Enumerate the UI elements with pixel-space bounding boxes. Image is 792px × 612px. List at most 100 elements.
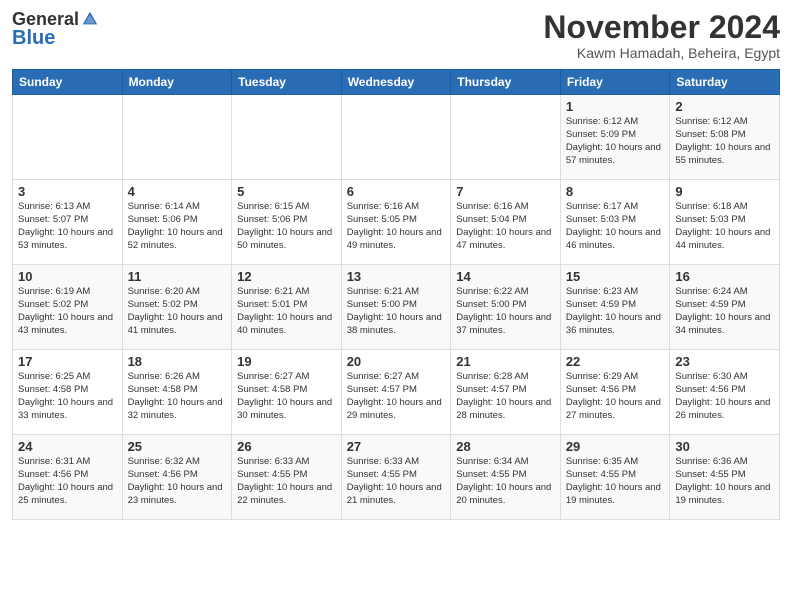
- calendar-day-cell: 8 Sunrise: 6:17 AM Sunset: 5:03 PM Daylig…: [560, 180, 670, 265]
- calendar-day-cell: 15 Sunrise: 6:23 AM Sunset: 4:59 PM Dayli…: [560, 265, 670, 350]
- weekday-header: Monday: [122, 70, 232, 95]
- day-info: Sunrise: 6:24 AM Sunset: 4:59 PM Dayligh…: [675, 286, 774, 337]
- weekday-header: Wednesday: [341, 70, 451, 95]
- day-info: Sunrise: 6:27 AM Sunset: 4:57 PM Dayligh…: [347, 371, 446, 422]
- day-info: Sunrise: 6:16 AM Sunset: 5:05 PM Dayligh…: [347, 201, 446, 252]
- calendar-day-cell: 7 Sunrise: 6:16 AM Sunset: 5:04 PM Daylig…: [451, 180, 561, 265]
- day-number: 11: [128, 269, 227, 284]
- day-info: Sunrise: 6:22 AM Sunset: 5:00 PM Dayligh…: [456, 286, 555, 337]
- day-info: Sunrise: 6:25 AM Sunset: 4:58 PM Dayligh…: [18, 371, 117, 422]
- day-info: Sunrise: 6:31 AM Sunset: 4:56 PM Dayligh…: [18, 456, 117, 507]
- calendar-day-cell: 12 Sunrise: 6:21 AM Sunset: 5:01 PM Dayli…: [232, 265, 342, 350]
- calendar-header-row: SundayMondayTuesdayWednesdayThursdayFrid…: [13, 70, 780, 95]
- day-info: Sunrise: 6:21 AM Sunset: 5:00 PM Dayligh…: [347, 286, 446, 337]
- logo-icon: [81, 10, 99, 28]
- day-number: 14: [456, 269, 555, 284]
- calendar-day-cell: 21 Sunrise: 6:28 AM Sunset: 4:57 PM Dayli…: [451, 350, 561, 435]
- day-number: 25: [128, 439, 227, 454]
- day-info: Sunrise: 6:16 AM Sunset: 5:04 PM Dayligh…: [456, 201, 555, 252]
- calendar-day-cell: 14 Sunrise: 6:22 AM Sunset: 5:00 PM Dayli…: [451, 265, 561, 350]
- day-info: Sunrise: 6:12 AM Sunset: 5:09 PM Dayligh…: [566, 116, 665, 167]
- day-info: Sunrise: 6:14 AM Sunset: 5:06 PM Dayligh…: [128, 201, 227, 252]
- day-info: Sunrise: 6:33 AM Sunset: 4:55 PM Dayligh…: [347, 456, 446, 507]
- day-number: 29: [566, 439, 665, 454]
- calendar-day-cell: 28 Sunrise: 6:34 AM Sunset: 4:55 PM Dayli…: [451, 435, 561, 520]
- day-number: 28: [456, 439, 555, 454]
- calendar-day-cell: 11 Sunrise: 6:20 AM Sunset: 5:02 PM Dayli…: [122, 265, 232, 350]
- day-number: 2: [675, 99, 774, 114]
- calendar-day-cell: 5 Sunrise: 6:15 AM Sunset: 5:06 PM Daylig…: [232, 180, 342, 265]
- day-number: 18: [128, 354, 227, 369]
- day-number: 5: [237, 184, 336, 199]
- empty-day-cell: [122, 95, 232, 180]
- day-info: Sunrise: 6:27 AM Sunset: 4:58 PM Dayligh…: [237, 371, 336, 422]
- calendar-table: SundayMondayTuesdayWednesdayThursdayFrid…: [12, 69, 780, 520]
- weekday-header: Saturday: [670, 70, 780, 95]
- logo-blue: Blue: [12, 28, 55, 48]
- day-info: Sunrise: 6:26 AM Sunset: 4:58 PM Dayligh…: [128, 371, 227, 422]
- day-number: 13: [347, 269, 446, 284]
- weekday-header: Sunday: [13, 70, 123, 95]
- day-number: 27: [347, 439, 446, 454]
- day-number: 8: [566, 184, 665, 199]
- day-number: 1: [566, 99, 665, 114]
- day-info: Sunrise: 6:12 AM Sunset: 5:08 PM Dayligh…: [675, 116, 774, 167]
- calendar-day-cell: 26 Sunrise: 6:33 AM Sunset: 4:55 PM Dayli…: [232, 435, 342, 520]
- day-info: Sunrise: 6:23 AM Sunset: 4:59 PM Dayligh…: [566, 286, 665, 337]
- weekday-header: Friday: [560, 70, 670, 95]
- day-number: 7: [456, 184, 555, 199]
- day-number: 19: [237, 354, 336, 369]
- location-title: Kawm Hamadah, Beheira, Egypt: [543, 45, 780, 61]
- day-info: Sunrise: 6:29 AM Sunset: 4:56 PM Dayligh…: [566, 371, 665, 422]
- calendar-day-cell: 27 Sunrise: 6:33 AM Sunset: 4:55 PM Dayli…: [341, 435, 451, 520]
- calendar-day-cell: 10 Sunrise: 6:19 AM Sunset: 5:02 PM Dayli…: [13, 265, 123, 350]
- day-number: 12: [237, 269, 336, 284]
- calendar-week-row: 10 Sunrise: 6:19 AM Sunset: 5:02 PM Dayli…: [13, 265, 780, 350]
- calendar-day-cell: 16 Sunrise: 6:24 AM Sunset: 4:59 PM Dayli…: [670, 265, 780, 350]
- day-number: 17: [18, 354, 117, 369]
- day-number: 22: [566, 354, 665, 369]
- day-number: 4: [128, 184, 227, 199]
- calendar-day-cell: 6Sunrise: 6:16 AM Sunset: 5:05 PM Daylig…: [341, 180, 451, 265]
- calendar-day-cell: 17 Sunrise: 6:25 AM Sunset: 4:58 PM Dayli…: [13, 350, 123, 435]
- logo-general: General: [12, 10, 79, 28]
- calendar-week-row: 24 Sunrise: 6:31 AM Sunset: 4:56 PM Dayli…: [13, 435, 780, 520]
- empty-day-cell: [451, 95, 561, 180]
- logo: General Blue: [12, 10, 99, 48]
- day-info: Sunrise: 6:18 AM Sunset: 5:03 PM Dayligh…: [675, 201, 774, 252]
- calendar-week-row: 1 Sunrise: 6:12 AM Sunset: 5:09 PM Daylig…: [13, 95, 780, 180]
- calendar-day-cell: 13 Sunrise: 6:21 AM Sunset: 5:00 PM Dayli…: [341, 265, 451, 350]
- calendar-week-row: 3Sunrise: 6:13 AM Sunset: 5:07 PM Daylig…: [13, 180, 780, 265]
- day-info: Sunrise: 6:15 AM Sunset: 5:06 PM Dayligh…: [237, 201, 336, 252]
- calendar-day-cell: 1 Sunrise: 6:12 AM Sunset: 5:09 PM Daylig…: [560, 95, 670, 180]
- day-number: 15: [566, 269, 665, 284]
- day-info: Sunrise: 6:32 AM Sunset: 4:56 PM Dayligh…: [128, 456, 227, 507]
- day-number: 23: [675, 354, 774, 369]
- calendar-day-cell: 23 Sunrise: 6:30 AM Sunset: 4:56 PM Dayli…: [670, 350, 780, 435]
- empty-day-cell: [232, 95, 342, 180]
- day-info: Sunrise: 6:20 AM Sunset: 5:02 PM Dayligh…: [128, 286, 227, 337]
- day-info: Sunrise: 6:21 AM Sunset: 5:01 PM Dayligh…: [237, 286, 336, 337]
- empty-day-cell: [341, 95, 451, 180]
- day-info: Sunrise: 6:28 AM Sunset: 4:57 PM Dayligh…: [456, 371, 555, 422]
- day-info: Sunrise: 6:33 AM Sunset: 4:55 PM Dayligh…: [237, 456, 336, 507]
- calendar-day-cell: 9Sunrise: 6:18 AM Sunset: 5:03 PM Daylig…: [670, 180, 780, 265]
- calendar-day-cell: 20Sunrise: 6:27 AM Sunset: 4:57 PM Dayli…: [341, 350, 451, 435]
- day-info: Sunrise: 6:30 AM Sunset: 4:56 PM Dayligh…: [675, 371, 774, 422]
- day-info: Sunrise: 6:34 AM Sunset: 4:55 PM Dayligh…: [456, 456, 555, 507]
- day-number: 10: [18, 269, 117, 284]
- day-info: Sunrise: 6:13 AM Sunset: 5:07 PM Dayligh…: [18, 201, 117, 252]
- day-info: Sunrise: 6:17 AM Sunset: 5:03 PM Dayligh…: [566, 201, 665, 252]
- title-block: November 2024 Kawm Hamadah, Beheira, Egy…: [543, 10, 780, 61]
- calendar-day-cell: 4 Sunrise: 6:14 AM Sunset: 5:06 PM Daylig…: [122, 180, 232, 265]
- day-number: 26: [237, 439, 336, 454]
- calendar-day-cell: 22 Sunrise: 6:29 AM Sunset: 4:56 PM Dayli…: [560, 350, 670, 435]
- page-container: General Blue November 2024 Kawm Hamadah,…: [0, 0, 792, 530]
- day-number: 16: [675, 269, 774, 284]
- day-info: Sunrise: 6:19 AM Sunset: 5:02 PM Dayligh…: [18, 286, 117, 337]
- calendar-day-cell: 29Sunrise: 6:35 AM Sunset: 4:55 PM Dayli…: [560, 435, 670, 520]
- day-number: 24: [18, 439, 117, 454]
- weekday-header: Thursday: [451, 70, 561, 95]
- day-number: 21: [456, 354, 555, 369]
- calendar-day-cell: 2 Sunrise: 6:12 AM Sunset: 5:08 PM Daylig…: [670, 95, 780, 180]
